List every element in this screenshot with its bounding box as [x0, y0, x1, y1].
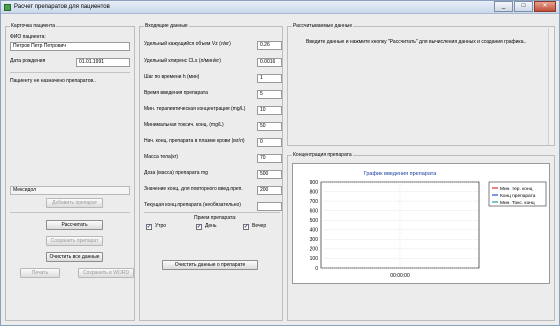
legend-label: Конц препарата — [500, 193, 536, 199]
min-toxic-input[interactable]: 50 — [257, 122, 282, 131]
field-label: Удельный кажущийся объем Vz (л/кг) — [144, 41, 231, 47]
concentration-chart: График введения препарата 0 100 200 300 400 50… — [292, 163, 550, 284]
patient-card-group: Карточка пациента ФИО пациента: Петров П… — [5, 23, 135, 321]
separator — [10, 72, 130, 73]
chart-svg: График введения препарата 0 100 200 300 400 50… — [310, 171, 547, 279]
results-legend: Рассчитываемые данные — [292, 23, 354, 30]
current-conc-input[interactable] — [257, 202, 282, 211]
patient-status-text: Пациенту не назначено препаратов.. — [10, 78, 96, 84]
save-drug-button[interactable]: Сохранить препарат — [46, 236, 103, 246]
chart-title: График введения препарата — [364, 171, 438, 177]
volume-input[interactable]: 0.26 — [257, 41, 282, 50]
patient-card-legend: Карточка пациента — [10, 23, 57, 30]
morning-label: Утро — [155, 223, 167, 229]
field-label: Значение конц. для повторного введ.преп. — [144, 186, 243, 192]
title-bar: Расчет препаратов для пациентов _ □ ✕ — [1, 1, 559, 14]
minimize-button[interactable]: _ — [494, 1, 513, 12]
print-button[interactable]: Печать — [20, 268, 60, 278]
injection-time-input[interactable]: 5 — [257, 90, 282, 99]
field-label: Масса тела(кг) — [144, 154, 179, 160]
time-step-input[interactable]: 1 — [257, 74, 282, 83]
clearance-input[interactable]: 0.0016 — [257, 58, 282, 67]
field-label: Время введения препарата — [144, 90, 208, 96]
close-button[interactable]: ✕ — [534, 1, 556, 12]
y-tick-label: 400 — [310, 228, 319, 234]
evening-checkbox[interactable]: ✔ — [243, 224, 249, 230]
save-word-button[interactable]: Сохранить в WORD — [78, 268, 134, 278]
evening-label: Вечер — [252, 223, 267, 229]
min-therapeutic-input[interactable]: 10 — [257, 106, 282, 115]
window-title: Расчет препаратов для пациентов — [14, 4, 110, 10]
input-data-legend: Входящие данные — [144, 23, 189, 30]
x-tick-label: 00:00:00 — [390, 273, 410, 279]
app-icon — [4, 4, 11, 11]
field-label: Доза (масса) препарата mg — [144, 170, 208, 176]
clear-all-button[interactable]: Очистить все данные — [46, 252, 103, 262]
y-tick-label: 800 — [310, 189, 319, 195]
clear-drug-button[interactable]: Очистить данные о препарате — [162, 260, 258, 270]
field-label: Удельный клиренс CLs (л/мин/кг) — [144, 58, 221, 64]
concentration-legend: Концентрация препарата — [292, 152, 353, 159]
concentration-group: Концентрация препарата График введения п… — [287, 152, 555, 321]
y-tick-label: 200 — [310, 247, 319, 253]
field-label: Нач. конц. препарата в плазме крови (мг/… — [144, 138, 245, 144]
initial-conc-input[interactable]: 0 — [257, 138, 282, 147]
drug-select[interactable]: Мексидол — [10, 186, 130, 195]
day-checkbox[interactable]: ✔ — [196, 224, 202, 230]
fio-input[interactable]: Петров Петр Петрович — [10, 42, 130, 51]
field-label: Шаг по времени h (мин) — [144, 74, 200, 80]
app-window: Расчет препаратов для пациентов _ □ ✕ Ка… — [0, 0, 560, 326]
legend-label: Мин. Токс. конц — [500, 200, 535, 206]
day-label: День — [205, 223, 217, 229]
results-message: Введите данные и нажмите кнопку "Рассчит… — [306, 39, 527, 45]
separator — [144, 212, 280, 213]
y-tick-label: 300 — [310, 237, 319, 243]
input-data-group: Входящие данные Удельный кажущийся объем… — [139, 23, 283, 321]
dob-label: Дата рождения — [10, 58, 46, 64]
field-label: Текущая конц.препарата (необязательно) — [144, 202, 241, 208]
repeat-conc-input[interactable]: 200 — [257, 186, 282, 195]
body-mass-input[interactable]: 70 — [257, 154, 282, 163]
add-drug-button[interactable]: Добавить препарат — [46, 198, 103, 208]
morning-checkbox[interactable]: ✔ — [146, 224, 152, 230]
y-tick-label: 100 — [310, 256, 319, 262]
intake-label: Прием препарата: — [194, 215, 237, 221]
field-label: Мин. терапевтическая концентрация (mg/L) — [144, 106, 246, 112]
maximize-button[interactable]: □ — [514, 1, 533, 12]
fio-label: ФИО пациента: — [10, 34, 46, 40]
calculate-button[interactable]: Рассчитать — [46, 220, 103, 230]
y-tick-label: 0 — [315, 266, 318, 272]
results-scrollbar[interactable] — [548, 28, 554, 145]
y-tick-label: 500 — [310, 218, 319, 224]
y-tick-label: 600 — [310, 208, 319, 214]
y-tick-label: 900 — [310, 180, 319, 186]
results-group: Рассчитываемые данные Введите данные и н… — [287, 23, 555, 146]
legend-label: Мин. тер. конц — [500, 186, 533, 192]
separator — [10, 212, 130, 213]
field-label: Минимальная токсич. конц. (mg/L) — [144, 122, 224, 128]
dose-input[interactable]: 500 — [257, 170, 282, 179]
dob-input[interactable]: 01.01.1991 — [76, 58, 130, 67]
y-tick-label: 700 — [310, 199, 319, 205]
